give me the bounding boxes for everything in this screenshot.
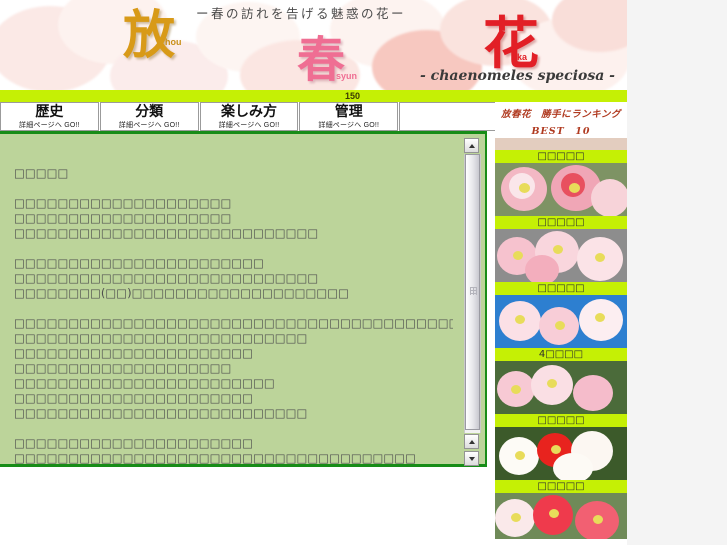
romaji-syun: syun <box>336 71 358 81</box>
scrollbar-thumb[interactable] <box>465 154 480 430</box>
scroll-down-button-upper[interactable] <box>464 434 479 449</box>
flower-center <box>551 445 561 454</box>
scroll-down-button[interactable] <box>464 451 479 466</box>
flower-center <box>515 315 525 324</box>
nav-item-classification[interactable]: 分類 詳細ページへ GO!! <box>99 102 199 131</box>
scrollbar-grip-icon <box>470 287 477 295</box>
nav-item-sublabel: 詳細ページへ GO!! <box>218 122 280 129</box>
scroll-down-arrow-icon <box>468 456 475 461</box>
content-line: □□□□□□□□□□□□□□□□□□□□□□□□□□□□□□□□□□□□□ <box>14 451 417 464</box>
flower-center <box>595 313 605 322</box>
scrollbar-track[interactable] <box>464 154 481 433</box>
ranking-item-label[interactable]: □□□□□ <box>495 414 627 427</box>
flower-center <box>549 509 559 518</box>
content-line: □□□□□□□□□□□□□□□□□□□□□□□□□□□□ <box>14 226 319 240</box>
flower-center <box>513 251 523 260</box>
flower-center <box>555 321 565 330</box>
ranking-header: 放春花 勝手にランキング BEST 10 <box>495 102 627 138</box>
scroll-up-arrow-icon <box>468 143 475 148</box>
ranking-item-photo[interactable] <box>495 493 627 539</box>
romaji-ka: ka <box>517 52 528 62</box>
content-line: □□□□□□□□□□□□□□□□□□□□□□□□□□□□ <box>14 271 319 285</box>
content-line: □□□□□□□□□□□□□□□□□□□□□□ <box>14 436 254 450</box>
content-line: □□□□□□□□□□□□□□□□□□□□□□□□ <box>14 376 275 390</box>
content-line: □□□□□□□□□□□□□□□□□□□□ <box>14 196 232 210</box>
flower-center <box>547 379 557 388</box>
ranking-item-label[interactable]: □□□□□ <box>495 282 627 295</box>
latin-species-name: - chaenomeles speciosa - <box>420 68 615 84</box>
kanji-hou: 放 <box>123 5 176 66</box>
content-line: □□□□□□□□□□□□□□□□□□□□□□□□□□□□□□□□□□□□□□□□… <box>14 316 453 330</box>
accent-bar-number: 150 <box>345 91 361 101</box>
nav-item-history[interactable]: 歴史 詳細ページへ GO!! <box>0 102 99 131</box>
content-line: □□□□□□□□(□□)□□□□□□□□□□□□□□□□□□□□ <box>14 286 349 300</box>
flower-center <box>511 385 521 394</box>
watermark-band: JAPANESE-QU <box>627 0 727 545</box>
nav-item-label: 管理 <box>334 104 363 120</box>
nav-item-label: 分類 <box>135 104 164 120</box>
content-line: □□□□□□□□□□□□□□□□□□□□□□ <box>14 346 254 360</box>
ranking-item-photo[interactable] <box>495 163 627 216</box>
content-sidebar-gutter <box>487 131 495 467</box>
content-line: □□□□□□□□□□□□□□□□□□□□ <box>14 211 232 225</box>
accent-bar: 150 <box>0 90 627 102</box>
ranking-item-label[interactable]: □□□□□ <box>495 150 627 163</box>
flower-center <box>569 183 580 193</box>
ranking-item-photo[interactable] <box>495 427 627 480</box>
nav-item-enjoyment[interactable]: 楽しみ方 詳細ページへ GO!! <box>199 102 299 131</box>
flower-center <box>595 253 605 262</box>
flower-blossom <box>525 255 559 282</box>
content-frame: □□□□□ □□□□□□□□□□□□□□□□□□□□ □□□□□□□□□□□□□… <box>0 131 487 467</box>
ranking-subtitle: BEST 10 <box>531 126 591 137</box>
nav-item-label: 歴史 <box>35 104 64 120</box>
content-heading: □□□□□ <box>14 166 69 180</box>
ranking-item-photo[interactable] <box>495 229 627 282</box>
nav-item-management[interactable]: 管理 詳細ページへ GO!! <box>299 102 399 131</box>
flower-blossom <box>553 453 593 480</box>
nav-item-label: 楽しみ方 <box>220 104 277 120</box>
romaji-hou: hou <box>165 37 182 47</box>
nav-item-sublabel: 詳細ページへ GO!! <box>118 122 180 129</box>
ranking-item-label[interactable]: □□□□□ <box>495 216 627 229</box>
flower-center <box>593 515 603 524</box>
nav-item-sublabel: 詳細ページへ GO!! <box>318 122 380 129</box>
flower-center <box>519 183 530 193</box>
nav-item-sublabel: 詳細ページへ GO!! <box>19 122 80 129</box>
content-line: □□□□□□□□□□□□□□□□□□□□□□□ <box>14 256 264 270</box>
flower-center <box>515 451 525 460</box>
flower-blossom <box>573 375 613 411</box>
ranking-item-label[interactable]: 4□□□□ <box>495 348 627 361</box>
scroll-up-arrow-icon <box>468 439 475 444</box>
ranking-item-label[interactable]: □□□□□ <box>495 480 627 493</box>
header-tagline: ー春の訪れを告げる魅惑の花ー <box>196 6 407 21</box>
flower-center <box>511 513 521 522</box>
scroll-up-button[interactable] <box>464 138 479 153</box>
kanji-ka: 花 <box>483 11 539 77</box>
site-header: ー春の訪れを告げる魅惑の花ー 放 hou 春 syun 花 ka - chaen… <box>0 0 627 90</box>
ranking-item-photo[interactable] <box>495 361 627 414</box>
flower-center <box>553 245 563 254</box>
nav-item-empty <box>399 102 497 131</box>
ranking-item-photo[interactable] <box>495 295 627 348</box>
main-navigation: 歴史 詳細ページへ GO!! 分類 詳細ページへ GO!! 楽しみ方 詳細ページ… <box>0 102 497 131</box>
ranking-title: 放春花 勝手にランキング <box>501 109 621 120</box>
content-scrollbar[interactable] <box>464 138 481 466</box>
content-line: □□□□□□□□□□□□□□□□□□□□□□□□□□□ <box>14 331 308 345</box>
content-line: □□□□□□□□□□□□□□□□□□□□ <box>14 361 232 375</box>
content-scroll-region: □□□□□ □□□□□□□□□□□□□□□□□□□□ □□□□□□□□□□□□□… <box>0 134 453 464</box>
ranking-divider <box>495 138 627 150</box>
content-line: □□□□□□□□□□□□□□□□□□□□□□□□□□□ <box>14 406 308 420</box>
flower-blossom <box>591 179 627 216</box>
content-line: □□□□□□□□□□□□□□□□□□□□□□ <box>14 391 254 405</box>
ranking-sidebar: 放春花 勝手にランキング BEST 10 □□□□□ □□□□□ □□□□□ 4… <box>495 102 627 545</box>
